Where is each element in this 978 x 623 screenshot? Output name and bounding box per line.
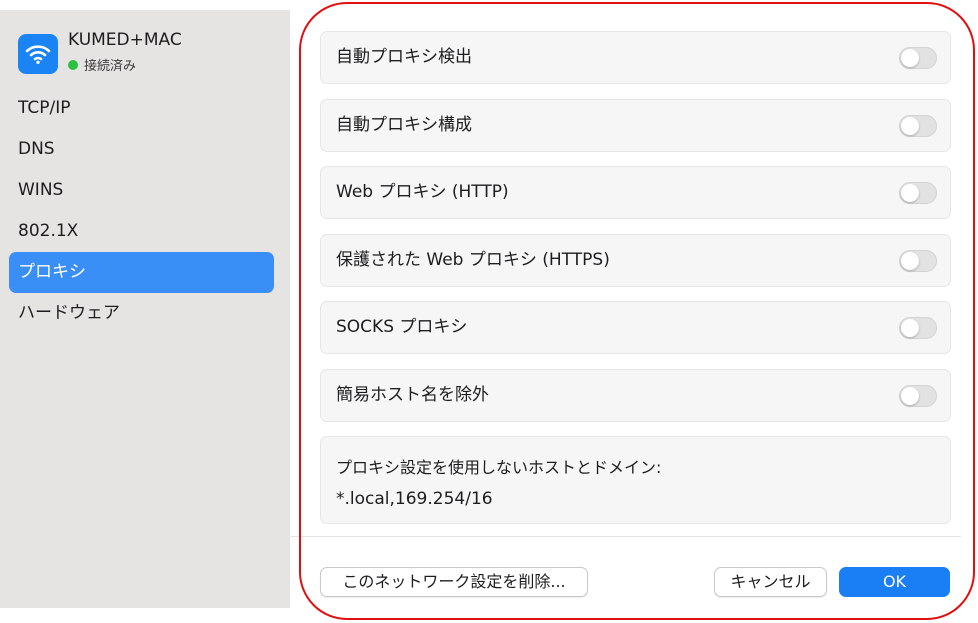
- sidebar-item-dns[interactable]: DNS: [9, 129, 274, 170]
- delete-network-settings-button[interactable]: このネットワーク設定を削除...: [320, 567, 588, 597]
- sidebar-item-hardware[interactable]: ハードウェア: [9, 293, 274, 334]
- web-proxy-http-label: Web プロキシ (HTTP): [336, 182, 509, 202]
- connected-status-dot: [68, 59, 78, 70]
- toggle-knob: [901, 252, 919, 270]
- web-proxy-http-toggle[interactable]: [899, 182, 937, 204]
- network-proxy-settings-window: KUMED+MAC 接続済み TCP/IP DNS WINS 802.1X プロ…: [0, 0, 978, 623]
- auto-proxy-config-row: 自動プロキシ構成: [320, 99, 951, 152]
- exclude-simple-hostnames-row: 簡易ホスト名を除外: [320, 369, 951, 422]
- footer-divider: [291, 536, 961, 537]
- toggle-knob: [901, 49, 919, 67]
- socks-proxy-label: SOCKS プロキシ: [336, 317, 468, 337]
- toggle-knob: [901, 117, 919, 135]
- proxy-bypass-box: プロキシ設定を使用しないホストとドメイン: *.local,169.254/16: [320, 436, 951, 524]
- sidebar-item-proxy[interactable]: プロキシ: [9, 252, 274, 293]
- sidebar-item-tcpip[interactable]: TCP/IP: [9, 88, 274, 129]
- exclude-simple-hostnames-toggle[interactable]: [899, 385, 937, 407]
- toggle-knob: [901, 184, 919, 202]
- sidebar-list: TCP/IP DNS WINS 802.1X プロキシ ハードウェア: [9, 88, 274, 334]
- sidebar: KUMED+MAC 接続済み TCP/IP DNS WINS 802.1X プロ…: [0, 10, 290, 608]
- secure-web-proxy-https-toggle[interactable]: [899, 250, 937, 272]
- exclude-simple-hostnames-label: 簡易ホスト名を除外: [336, 385, 489, 405]
- proxy-bypass-label: プロキシ設定を使用しないホストとドメイン:: [336, 458, 662, 477]
- network-name: KUMED+MAC: [68, 30, 182, 50]
- wifi-icon: [18, 34, 58, 74]
- sidebar-item-8021x[interactable]: 802.1X: [9, 211, 274, 252]
- web-proxy-http-row: Web プロキシ (HTTP): [320, 166, 951, 219]
- network-status: 接続済み: [68, 55, 136, 74]
- cancel-button[interactable]: キャンセル: [714, 567, 827, 597]
- network-status-label: 接続済み: [84, 59, 137, 74]
- secure-web-proxy-https-row: 保護された Web プロキシ (HTTPS): [320, 234, 951, 287]
- auto-proxy-discovery-label: 自動プロキシ検出: [336, 47, 472, 67]
- auto-proxy-discovery-row: 自動プロキシ検出: [320, 31, 951, 84]
- secure-web-proxy-https-label: 保護された Web プロキシ (HTTPS): [336, 250, 610, 270]
- proxy-bypass-input[interactable]: *.local,169.254/16: [336, 489, 493, 509]
- auto-proxy-config-label: 自動プロキシ構成: [336, 115, 472, 135]
- socks-proxy-row: SOCKS プロキシ: [320, 301, 951, 354]
- socks-proxy-toggle[interactable]: [899, 317, 937, 339]
- toggle-knob: [901, 319, 919, 337]
- toggle-knob: [901, 387, 919, 405]
- auto-proxy-discovery-toggle[interactable]: [899, 47, 937, 69]
- auto-proxy-config-toggle[interactable]: [899, 115, 937, 137]
- proxy-settings-panel: 自動プロキシ検出 自動プロキシ構成 Web プロキシ (HTTP) 保護された …: [291, 0, 978, 623]
- sidebar-item-wins[interactable]: WINS: [9, 170, 274, 211]
- ok-button[interactable]: OK: [839, 567, 950, 597]
- network-header: KUMED+MAC 接続済み: [18, 30, 278, 76]
